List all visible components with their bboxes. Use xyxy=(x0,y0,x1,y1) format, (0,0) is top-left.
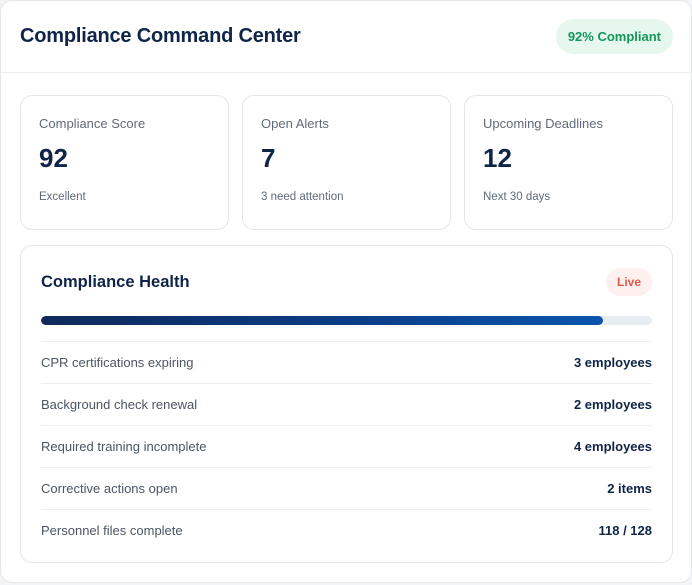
list-item-corrective-actions[interactable]: Corrective actions open 2 items xyxy=(41,467,652,509)
compliance-progress-fill xyxy=(41,316,604,325)
health-header: Compliance Health Live xyxy=(41,246,652,318)
stat-card-open-alerts[interactable]: Open Alerts 7 3 need attention xyxy=(242,95,451,230)
compliance-progress-bar xyxy=(41,316,652,325)
page: Compliance Command Center 92% Compliant … xyxy=(0,0,692,585)
stat-card-compliance-score[interactable]: Compliance Score 92 Excellent xyxy=(20,95,229,230)
stat-label: Upcoming Deadlines xyxy=(483,116,603,131)
live-badge: Live xyxy=(605,268,652,296)
list-item-personnel-files[interactable]: Personnel files complete 118 / 128 xyxy=(41,509,652,551)
health-title: Compliance Health xyxy=(41,272,190,291)
stats-row: Compliance Score 92 Excellent Open Alert… xyxy=(20,95,673,230)
compliance-panel: Compliance Command Center 92% Compliant … xyxy=(0,0,692,583)
header: Compliance Command Center 92% Compliant xyxy=(1,1,691,73)
compliance-health-card: Compliance Health Live CPR certification… xyxy=(20,245,673,563)
list-item-cpr-certifications[interactable]: CPR certifications expiring 3 employees xyxy=(41,341,652,383)
stat-subtext: 3 need attention xyxy=(261,191,344,203)
stat-subtext: Next 30 days xyxy=(483,191,551,203)
stat-value: 7 xyxy=(261,143,276,173)
list-item-label: Background check renewal xyxy=(41,397,198,412)
list-item-required-training[interactable]: Required training incomplete 4 employees xyxy=(41,425,652,467)
list-item-label: Required training incomplete xyxy=(41,439,207,454)
list-item-value: 118 / 128 xyxy=(598,523,653,538)
stat-card-upcoming-deadlines[interactable]: Upcoming Deadlines 12 Next 30 days xyxy=(464,95,673,230)
list-item-value: 2 items xyxy=(607,481,652,496)
compliance-status-badge: 92% Compliant xyxy=(555,19,673,54)
stat-subtext: Excellent xyxy=(39,191,86,203)
list-item-label: Personnel files complete xyxy=(41,523,183,538)
list-item-value: 3 employees xyxy=(573,355,652,370)
page-title: Compliance Command Center xyxy=(20,25,301,47)
list-item-label: CPR certifications expiring xyxy=(41,355,194,370)
list-item-label: Corrective actions open xyxy=(41,481,178,496)
health-list: CPR certifications expiring 3 employees … xyxy=(41,341,652,551)
list-item-value: 4 employees xyxy=(573,439,652,454)
list-item-value: 2 employees xyxy=(573,397,652,412)
stat-value: 12 xyxy=(483,143,512,173)
list-item-background-check[interactable]: Background check renewal 2 employees xyxy=(41,383,652,425)
stat-value: 92 xyxy=(39,143,68,173)
stat-label: Compliance Score xyxy=(39,116,146,131)
stat-label: Open Alerts xyxy=(261,116,329,131)
